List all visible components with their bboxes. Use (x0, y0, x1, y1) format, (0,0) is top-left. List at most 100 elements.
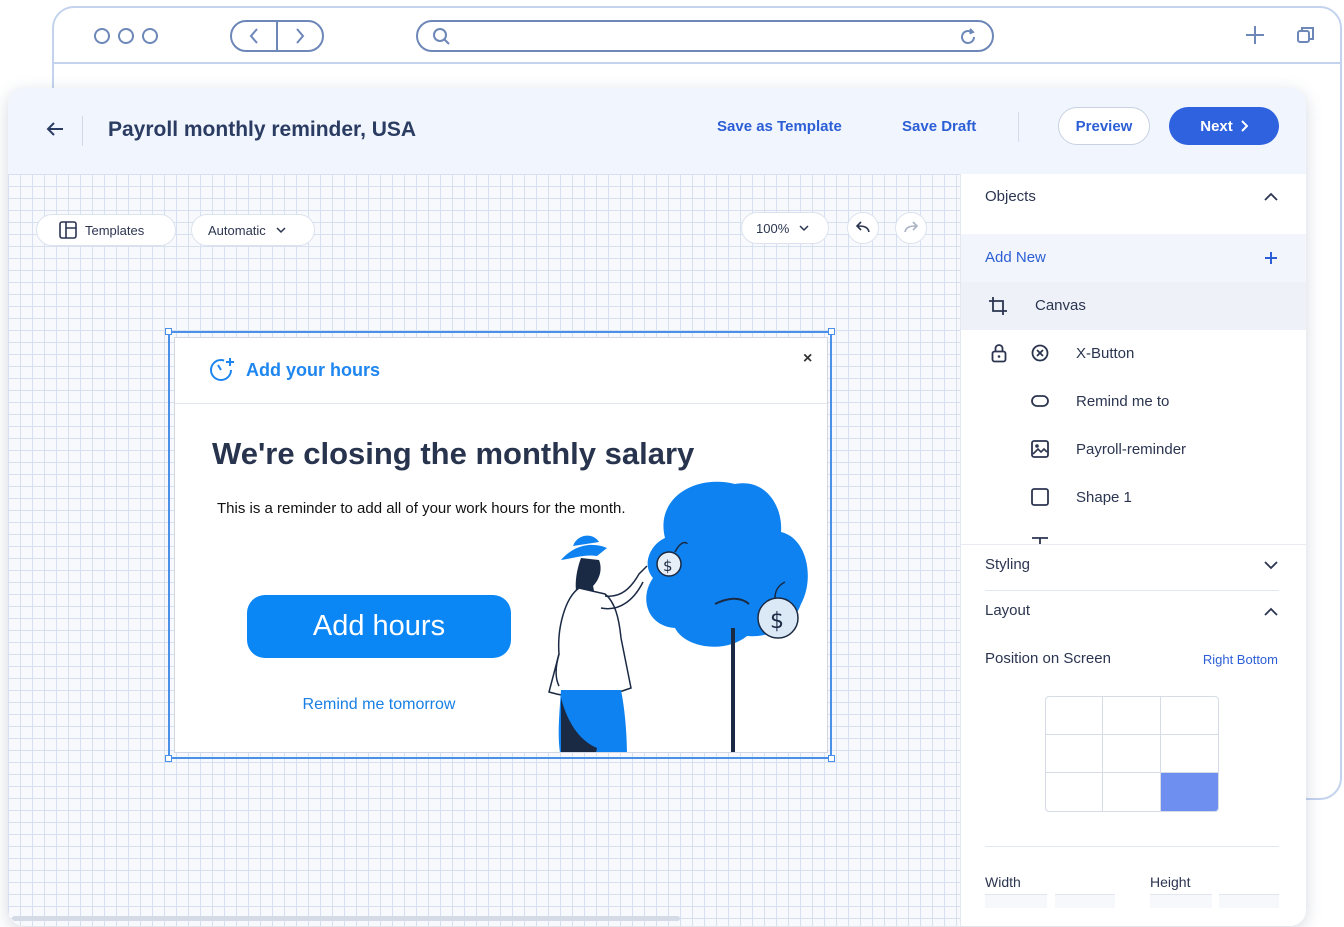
divider (961, 544, 1306, 545)
search-icon (433, 28, 450, 45)
height-input[interactable] (1150, 894, 1212, 908)
redo-icon (904, 221, 919, 233)
divider (82, 116, 83, 146)
divider (1018, 112, 1019, 142)
text-icon (1032, 537, 1048, 544)
next-button[interactable]: Next (1169, 107, 1279, 145)
preview-button[interactable]: Preview (1058, 107, 1150, 145)
add-hours-button[interactable]: Add hours (247, 595, 511, 658)
height-unit-input[interactable] (1219, 894, 1279, 908)
image-icon (1031, 440, 1049, 458)
layout-title: Layout (985, 602, 1031, 619)
editor-window: Payroll monthly reminder, USA Save as Te… (8, 88, 1306, 926)
mode-label: Automatic (208, 222, 266, 238)
chevron-down-icon (1264, 561, 1278, 570)
position-cell[interactable] (1046, 773, 1104, 811)
redo-button[interactable] (895, 212, 927, 244)
position-cell-selected[interactable] (1160, 773, 1218, 811)
tabs-overview-icon[interactable] (1296, 25, 1316, 45)
square-icon (1031, 488, 1049, 506)
position-cell[interactable] (1103, 735, 1161, 773)
resize-handle[interactable] (165, 755, 172, 762)
objects-section-header[interactable]: Objects (961, 174, 1306, 234)
object-item-remind[interactable]: Remind me to (961, 378, 1306, 426)
properties-panel: Objects Add New Canvas X-Button Remind m… (960, 174, 1306, 926)
window-dot[interactable] (142, 28, 158, 44)
chevron-down-icon (799, 224, 809, 231)
object-item-shape[interactable]: Shape 1 (961, 474, 1306, 522)
pill-shape-icon (1031, 395, 1049, 407)
position-cell[interactable] (1160, 697, 1218, 735)
window-dot[interactable] (118, 28, 134, 44)
crop-icon (989, 297, 1007, 315)
payroll-reminder-illustration: $ $ (548, 481, 808, 752)
horizontal-scrollbar[interactable] (12, 916, 680, 921)
position-value: Right Bottom (1202, 652, 1278, 667)
reminder-popup[interactable]: Add your hours × We're closing the month… (174, 337, 828, 753)
lock-icon[interactable] (991, 343, 1007, 363)
divider (985, 590, 1279, 591)
save-as-template-button[interactable]: Save as Template (717, 118, 842, 135)
object-label: Remind me to (1076, 393, 1170, 410)
next-button-label: Next (1200, 117, 1233, 135)
zoom-dropdown[interactable]: 100% (741, 212, 829, 244)
templates-button[interactable]: Templates (36, 214, 176, 246)
position-cell[interactable] (1103, 773, 1161, 811)
position-cell[interactable] (1046, 697, 1104, 735)
add-new-label: Add New (985, 249, 1046, 266)
back-arrow-icon[interactable] (44, 118, 66, 140)
close-icon[interactable]: × (803, 350, 812, 368)
resize-handle[interactable] (828, 328, 835, 335)
objects-list: Canvas X-Button Remind me to Payroll-rem… (961, 282, 1306, 544)
editor-header: Payroll monthly reminder, USA Save as Te… (8, 88, 1306, 174)
position-cell[interactable] (1046, 735, 1104, 773)
chevron-up-icon (1264, 192, 1278, 201)
object-item-x-button[interactable]: X-Button (961, 330, 1306, 378)
undo-button[interactable] (847, 212, 879, 244)
browser-nav (230, 20, 324, 52)
window-dot[interactable] (94, 28, 110, 44)
url-bar[interactable] (416, 20, 994, 52)
chevron-down-icon (276, 226, 286, 233)
popup-header-title: Add your hours (246, 360, 380, 380)
remind-tomorrow-link[interactable]: Remind me tomorrow (247, 696, 511, 714)
position-cell[interactable] (1103, 697, 1161, 735)
timer-plus-icon (210, 358, 234, 381)
object-label: Shape 1 (1076, 489, 1132, 506)
object-item-canvas[interactable]: Canvas (961, 282, 1306, 330)
height-label: Height (1150, 874, 1191, 890)
object-label: X-Button (1076, 345, 1135, 362)
resize-handle[interactable] (165, 328, 172, 335)
chevron-up-icon (1264, 607, 1278, 616)
reload-icon[interactable] (958, 27, 978, 47)
svg-text:$: $ (663, 557, 673, 575)
add-new-row[interactable]: Add New (961, 234, 1306, 282)
object-item-payroll-reminder[interactable]: Payroll-reminder (961, 426, 1306, 474)
save-draft-button[interactable]: Save Draft (902, 118, 976, 135)
position-grid[interactable] (1045, 696, 1219, 812)
x-circle-icon (1031, 344, 1049, 362)
width-input[interactable] (985, 894, 1047, 908)
styling-section-header[interactable]: Styling (961, 546, 1306, 590)
templates-label: Templates (85, 222, 145, 238)
width-unit-input[interactable] (1055, 894, 1115, 908)
undo-icon (855, 221, 870, 233)
styling-title: Styling (985, 556, 1031, 573)
page-title: Payroll monthly reminder, USA (108, 118, 417, 141)
mode-dropdown[interactable]: Automatic (191, 214, 315, 246)
chevron-right-icon (1241, 120, 1248, 132)
position-cell[interactable] (1160, 735, 1218, 773)
resize-handle[interactable] (828, 755, 835, 762)
zoom-level: 100% (756, 220, 790, 236)
browser-toolbar (54, 8, 1340, 64)
svg-text:$: $ (770, 609, 784, 634)
back-chevron-icon[interactable] (232, 22, 278, 50)
new-tab-plus-icon[interactable] (1244, 24, 1266, 46)
objects-title: Objects (985, 188, 1036, 205)
forward-chevron-icon[interactable] (278, 22, 322, 50)
object-item-partial (961, 522, 1306, 544)
plus-icon (1265, 252, 1277, 264)
layout-section-header[interactable]: Layout (961, 592, 1306, 636)
popup-header: Add your hours × (175, 338, 827, 404)
divider (985, 846, 1279, 847)
